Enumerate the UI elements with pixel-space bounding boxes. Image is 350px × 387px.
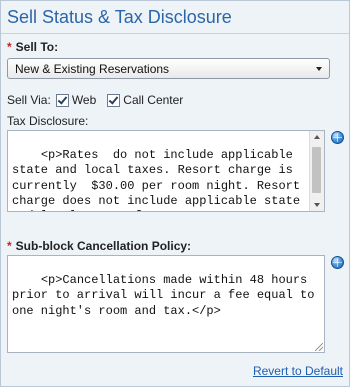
sell-status-panel: Sell Status & Tax Disclosure * Sell To: N… (0, 0, 350, 387)
tax-disclosure-scrollbar[interactable] (309, 131, 324, 211)
tax-disclosure-label: Tax Disclosure: (7, 114, 89, 128)
required-marker: * (7, 40, 12, 54)
sell-via-row: Sell Via: Web Call Center (7, 93, 189, 107)
required-marker: * (7, 239, 12, 253)
cancellation-label: Sub-block Cancellation Policy: (15, 239, 192, 253)
title-divider (1, 33, 349, 34)
sell-to-select[interactable]: New & Existing Reservations (7, 58, 330, 79)
sell-via-label: Sell Via: (7, 93, 51, 107)
resize-handle-icon[interactable] (315, 343, 323, 351)
globe-icon[interactable] (331, 256, 344, 269)
globe-icon[interactable] (331, 131, 344, 144)
call-center-checkbox[interactable] (107, 93, 121, 107)
cancellation-policy-text: <p>Cancellations made within 48 hours pr… (12, 273, 322, 318)
scroll-thumb[interactable] (312, 147, 321, 193)
chevron-down-icon (316, 67, 322, 71)
tax-disclosure-text: <p>Rates do not include applicable state… (12, 148, 301, 211)
cancellation-policy-textarea[interactable]: <p>Cancellations made within 48 hours pr… (7, 255, 325, 353)
sell-to-label: Sell To: (15, 40, 59, 54)
cancellation-label-row: * Sub-block Cancellation Policy: (7, 239, 191, 253)
panel-title: Sell Status & Tax Disclosure (7, 7, 232, 27)
scroll-down-icon[interactable] (314, 203, 320, 207)
revert-to-default-link[interactable]: Revert to Default (253, 364, 343, 378)
web-checkbox-label[interactable]: Web (72, 93, 96, 107)
sell-to-label-row: * Sell To: (7, 40, 58, 54)
tax-disclosure-textarea[interactable]: <p>Rates do not include applicable state… (7, 130, 325, 212)
sell-to-selected-value: New & Existing Reservations (15, 62, 170, 76)
scroll-up-icon[interactable] (314, 135, 320, 139)
call-center-checkbox-label[interactable]: Call Center (123, 93, 183, 107)
web-checkbox[interactable] (55, 93, 69, 107)
